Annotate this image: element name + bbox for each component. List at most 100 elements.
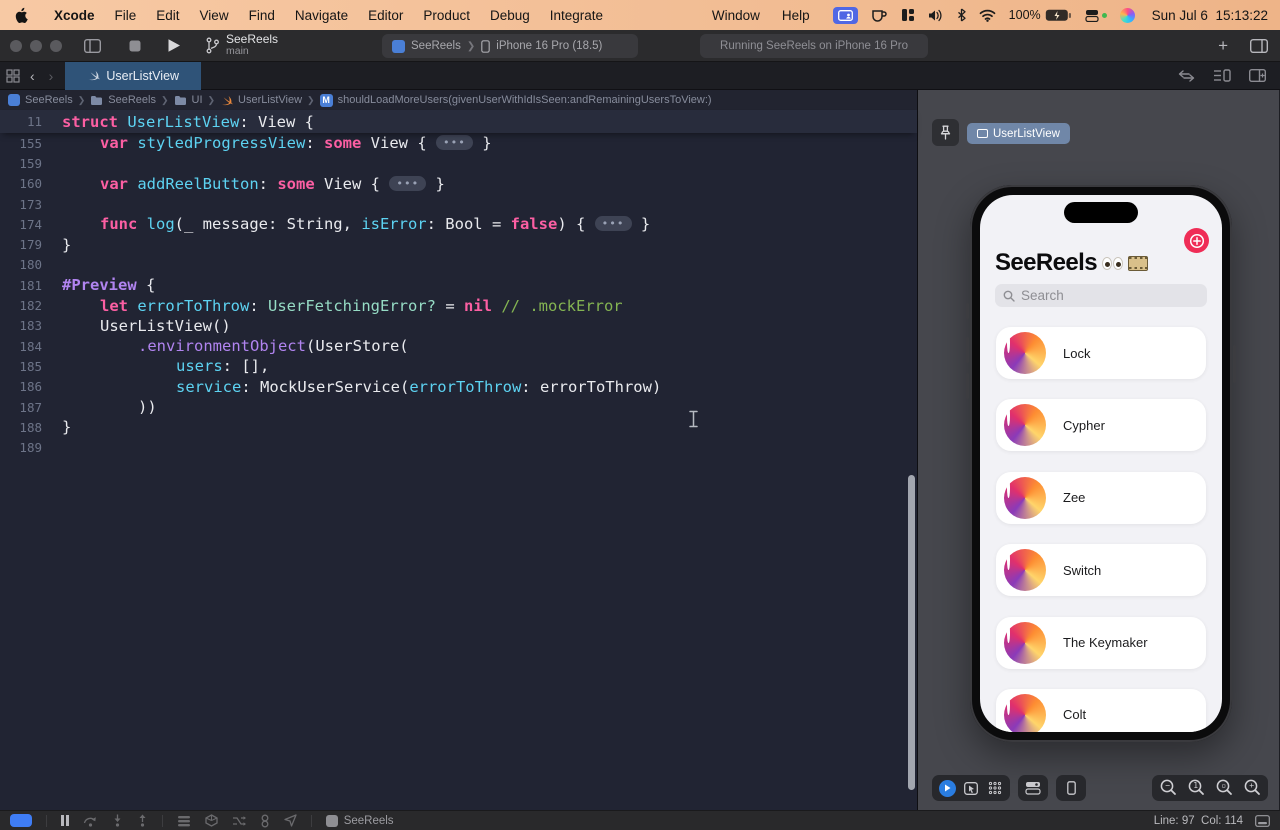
code-text[interactable]: var addReelButton: some View { ••• }	[48, 175, 445, 193]
code-fold-ellipsis-icon[interactable]: •••	[435, 135, 473, 151]
user-card[interactable]: Zee	[996, 471, 1206, 524]
code-line[interactable]: 184 .environmentObject(UserStore(	[0, 336, 917, 356]
displays-menu-icon[interactable]	[1085, 9, 1107, 22]
preview-device-button[interactable]	[1060, 777, 1082, 799]
code-text[interactable]: }	[48, 418, 71, 436]
menu-item-navigate[interactable]: Navigate	[285, 8, 358, 23]
code-text[interactable]: struct UserListView: View {	[48, 113, 314, 131]
line-number[interactable]: 179	[0, 237, 48, 252]
breadcrumb-item[interactable]: SeeReels	[8, 94, 73, 106]
bluetooth-icon[interactable]	[957, 8, 966, 22]
line-number[interactable]: 174	[0, 217, 48, 232]
line-number[interactable]: 185	[0, 359, 48, 374]
step-over-button[interactable]	[83, 815, 98, 827]
code-fold-ellipsis-icon[interactable]: •••	[594, 216, 632, 232]
add-button[interactable]: +	[1218, 36, 1228, 56]
code-line[interactable]: 182 let errorToThrow: UserFetchingError? …	[0, 295, 917, 315]
code-line[interactable]: 187))	[0, 397, 917, 417]
editor-scrollbar[interactable]	[908, 475, 915, 790]
code-line[interactable]: 181 #Preview {	[0, 275, 917, 295]
caffeine-cup-icon[interactable]	[871, 8, 888, 22]
breadcrumb-item[interactable]: UserListView	[220, 94, 302, 107]
menu-item-integrate[interactable]: Integrate	[540, 8, 613, 23]
wifi-icon[interactable]	[979, 9, 996, 22]
window-tiling-icon[interactable]	[901, 8, 915, 22]
code-line[interactable]: 186 service: MockUserService(errorToThrow…	[0, 377, 917, 397]
linked-objects-button[interactable]	[260, 814, 270, 828]
zoom-in-button[interactable]: +	[1242, 778, 1262, 798]
code-line[interactable]: 155 var styledProgressView: some View { •…	[0, 133, 917, 153]
line-number[interactable]: 188	[0, 420, 48, 435]
line-number[interactable]: 189	[0, 440, 48, 455]
user-card[interactable]: Lock	[996, 327, 1206, 379]
code-line[interactable]: 160 var addReelButton: some View { ••• }	[0, 174, 917, 194]
zoom-fit-button[interactable]: ▫	[1214, 778, 1234, 798]
menu-item-xcode[interactable]: Xcode	[44, 8, 105, 23]
battery-indicator[interactable]: 100%	[1009, 8, 1072, 22]
editor-adjust-icon[interactable]	[1255, 814, 1270, 827]
code-line[interactable]: 183 UserListView()	[0, 316, 917, 336]
back-button[interactable]: ‹	[26, 68, 39, 84]
selectable-preview-button[interactable]	[960, 777, 982, 799]
forward-button[interactable]: ›	[45, 68, 58, 84]
environment-overrides-button[interactable]	[232, 815, 246, 827]
line-number[interactable]: 181	[0, 278, 48, 293]
minimize-window-button[interactable]	[30, 39, 42, 52]
menu-clock[interactable]: Sun Jul 6 15:13:22	[1152, 8, 1268, 23]
code-text[interactable]: let errorToThrow: UserFetchingError? = n…	[48, 297, 623, 315]
code-line[interactable]: 189	[0, 437, 917, 457]
live-preview-button[interactable]	[936, 777, 958, 799]
line-number[interactable]: 160	[0, 176, 48, 191]
line-number[interactable]: 187	[0, 400, 48, 415]
close-window-button[interactable]	[10, 39, 22, 52]
simulate-location-button[interactable]	[284, 814, 297, 827]
view-hierarchy-button[interactable]	[177, 815, 191, 827]
menu-item-edit[interactable]: Edit	[146, 8, 189, 23]
code-line[interactable]: 174 func log(_ message: String, isError: …	[0, 214, 917, 234]
line-number[interactable]: 183	[0, 318, 48, 333]
toggle-navigator-button[interactable]	[84, 38, 101, 53]
preview-target-pill[interactable]: UserListView	[967, 123, 1070, 144]
menu-item-find[interactable]: Find	[239, 8, 285, 23]
code-text[interactable]: #Preview {	[48, 276, 155, 294]
stop-button[interactable]	[129, 40, 141, 52]
code-line[interactable]: 185 users: [],	[0, 356, 917, 376]
code-line[interactable]: 179}	[0, 234, 917, 254]
line-number[interactable]: 173	[0, 197, 48, 212]
siri-icon[interactable]	[1119, 7, 1135, 23]
user-card[interactable]: Cypher	[996, 399, 1206, 452]
screen-mirroring-icon[interactable]	[832, 6, 858, 24]
user-card[interactable]: Colt	[996, 688, 1206, 732]
code-line[interactable]: 180	[0, 255, 917, 275]
toggle-inspector-button[interactable]	[1250, 38, 1268, 53]
menu-item-window[interactable]: Window	[702, 8, 770, 23]
code-line[interactable]: 159	[0, 153, 917, 173]
code-text[interactable]: UserListView()	[48, 317, 231, 335]
line-number[interactable]: 159	[0, 156, 48, 171]
code-text[interactable]: service: MockUserService(errorToThrow: e…	[48, 378, 661, 396]
line-number[interactable]: 184	[0, 339, 48, 354]
pinned-code-line[interactable]: 11 struct UserListView: View {	[0, 110, 917, 133]
line-number[interactable]: 11	[0, 114, 48, 129]
menu-item-help[interactable]: Help	[772, 8, 820, 23]
breadcrumb-item[interactable]: MshouldLoadMoreUsers(givenUserWithIdIsSe…	[319, 93, 712, 107]
breadcrumb-item[interactable]: UI	[174, 94, 203, 106]
user-card[interactable]: The Keymaker	[996, 616, 1206, 669]
user-card[interactable]: Switch	[996, 544, 1206, 597]
zoom-window-button[interactable]	[50, 39, 62, 52]
line-number[interactable]: 155	[0, 136, 48, 151]
code-text[interactable]: func log(_ message: String, isError: Boo…	[48, 215, 650, 233]
run-button[interactable]	[167, 38, 181, 53]
branch-name[interactable]: main	[226, 46, 278, 58]
device-settings-button[interactable]	[1022, 777, 1044, 799]
pause-button[interactable]	[61, 815, 69, 826]
zoom-out-button[interactable]: −	[1158, 778, 1178, 798]
step-out-button[interactable]	[137, 814, 148, 827]
search-input[interactable]: Search	[995, 284, 1207, 307]
memory-graph-button[interactable]	[205, 814, 218, 827]
code-text[interactable]: }	[48, 236, 71, 254]
scheme-selector[interactable]: SeeReels ❯ iPhone 16 Pro (18.5)	[382, 34, 638, 58]
breakpoints-toggle[interactable]	[10, 814, 32, 827]
menu-item-view[interactable]: View	[190, 8, 239, 23]
split-editor-icon[interactable]	[1249, 69, 1266, 82]
